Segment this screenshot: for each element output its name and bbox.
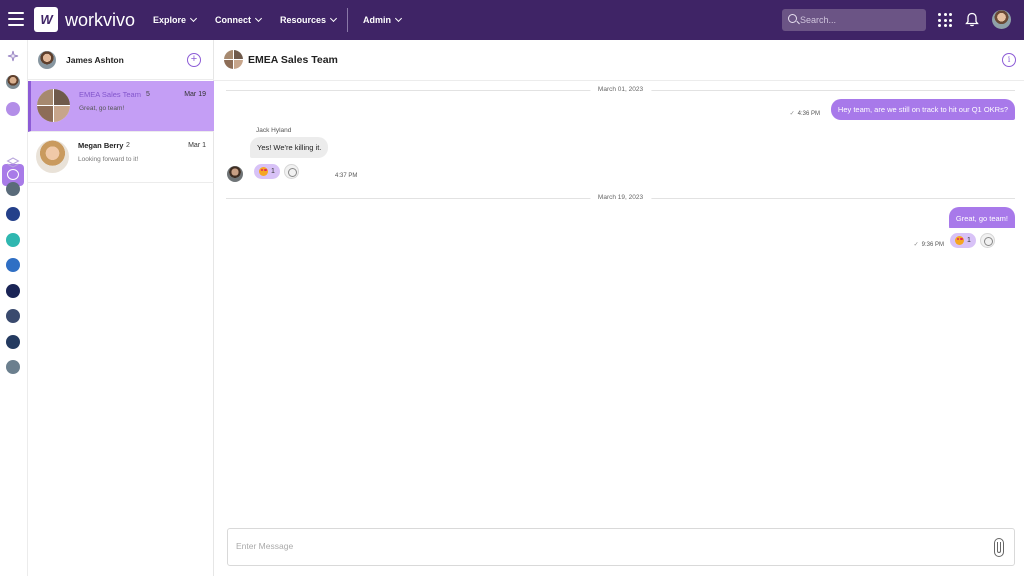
conversation-date: Mar 1 [188, 142, 206, 149]
new-chat-button[interactable]: + [187, 53, 201, 67]
message-bubble-outgoing[interactable]: Hey team, are we still on track to hit o… [830, 99, 1015, 120]
space-icon[interactable] [6, 360, 20, 374]
top-navigation-bar: W workvivo Explore Connect Resources Adm… [0, 0, 1024, 40]
info-icon[interactable]: i [1002, 53, 1016, 67]
compass-icon[interactable] [6, 102, 20, 116]
chevron-down-icon [329, 14, 338, 23]
message-bubble-incoming[interactable]: Yes! We're killing it. [250, 137, 329, 158]
message-meta: ✓ 4:36 PM [790, 110, 820, 119]
chat-header: EMEA Sales Team i [214, 40, 1024, 81]
reaction-count: 1 [967, 237, 971, 244]
space-icon[interactable] [6, 182, 20, 196]
search-icon [788, 14, 797, 23]
user-avatar[interactable] [992, 10, 1011, 29]
conversation-list-panel: James Ashton + EMEA Sales Team 5 Mar 19 … [28, 40, 214, 576]
chat-area: EMEA Sales Team i March 01, 2023 ✓ 4:36 P… [214, 40, 1024, 576]
check-icon: ✓ [913, 242, 919, 248]
conversation-item[interactable]: Megan Berry 2 Mar 1 Looking forward to i… [28, 132, 214, 183]
message-composer [227, 528, 1015, 566]
reactions: 1 [950, 232, 995, 249]
reaction-pill[interactable]: 1 [254, 164, 280, 179]
reaction-pill[interactable]: 1 [950, 233, 976, 248]
message-time: 9:36 PM [921, 242, 944, 248]
avatar [36, 140, 69, 173]
nav-resources[interactable]: Resources [280, 13, 338, 27]
avatar[interactable] [6, 75, 20, 89]
group-avatar [224, 50, 243, 69]
conversation-preview: Great, go team! [79, 105, 125, 112]
chevron-down-icon [394, 14, 403, 23]
chat-title: EMEA Sales Team [248, 54, 338, 66]
brand-name[interactable]: workvivo [65, 8, 135, 32]
nav-connect[interactable]: Connect [215, 13, 263, 27]
conversation-name: EMEA Sales Team [79, 90, 141, 99]
nav-explore[interactable]: Explore [153, 13, 198, 27]
search-placeholder: Search... [800, 15, 837, 25]
message-input[interactable] [236, 541, 936, 551]
nav-connect-label: Connect [215, 15, 251, 25]
message-meta: ✓ 9:36 PM [914, 241, 944, 250]
workvivo-logo-icon[interactable]: W [34, 7, 58, 32]
nav-resources-label: Resources [280, 15, 327, 25]
conversation-date: Mar 19 [184, 91, 206, 98]
nav-divider [347, 8, 348, 32]
current-user-name: James Ashton [66, 55, 124, 65]
space-icon[interactable] [6, 207, 20, 221]
space-icon[interactable] [6, 258, 20, 272]
conversation-member-count: 2 [126, 142, 130, 149]
message-time: 4:36 PM [797, 111, 820, 117]
menu-icon[interactable] [8, 12, 24, 26]
message-time: 4:37 PM [335, 173, 358, 179]
search-input[interactable]: Search... [782, 9, 926, 31]
sparkle-icon[interactable] [7, 50, 19, 62]
space-icon[interactable] [6, 335, 20, 349]
heart-eyes-emoji-icon [955, 236, 964, 245]
conversation-list-header: James Ashton + [28, 40, 214, 80]
space-icon[interactable] [6, 284, 20, 298]
conversation-item[interactable]: EMEA Sales Team 5 Mar 19 Great, go team! [28, 81, 214, 132]
chevron-down-icon [189, 14, 198, 23]
avatar[interactable] [38, 51, 56, 69]
date-label: March 19, 2023 [589, 192, 652, 204]
conversation-member-count: 5 [146, 91, 150, 98]
add-reaction-icon[interactable] [979, 233, 995, 248]
nav-admin[interactable]: Admin [363, 13, 403, 27]
group-avatar [37, 89, 70, 122]
nav-explore-label: Explore [153, 15, 187, 25]
add-reaction-icon[interactable] [283, 164, 299, 179]
layers-icon[interactable] [6, 156, 20, 170]
reactions: 1 [254, 163, 299, 180]
left-rail [0, 40, 28, 576]
date-separator: March 01, 2023 [226, 84, 1015, 96]
check-icon: ✓ [789, 111, 795, 117]
date-separator: March 19, 2023 [226, 192, 1015, 204]
apps-grid-icon[interactable] [938, 13, 952, 27]
reaction-count: 1 [271, 168, 275, 175]
bell-icon[interactable] [965, 12, 979, 27]
heart-eyes-emoji-icon [259, 167, 268, 176]
conversation-preview: Looking forward to it! [78, 156, 139, 163]
space-icon[interactable] [6, 309, 20, 323]
space-icon[interactable] [6, 233, 20, 247]
chevron-down-icon [254, 14, 263, 23]
message-sender: Jack Hyland [256, 127, 292, 134]
reaction-bar: 1 [947, 228, 1015, 252]
paperclip-icon[interactable] [994, 538, 1004, 557]
nav-admin-label: Admin [363, 15, 391, 25]
date-label: March 01, 2023 [589, 84, 652, 96]
avatar [227, 166, 243, 182]
reaction-bar: 1 [250, 159, 332, 183]
conversation-name: Megan Berry [78, 141, 124, 150]
